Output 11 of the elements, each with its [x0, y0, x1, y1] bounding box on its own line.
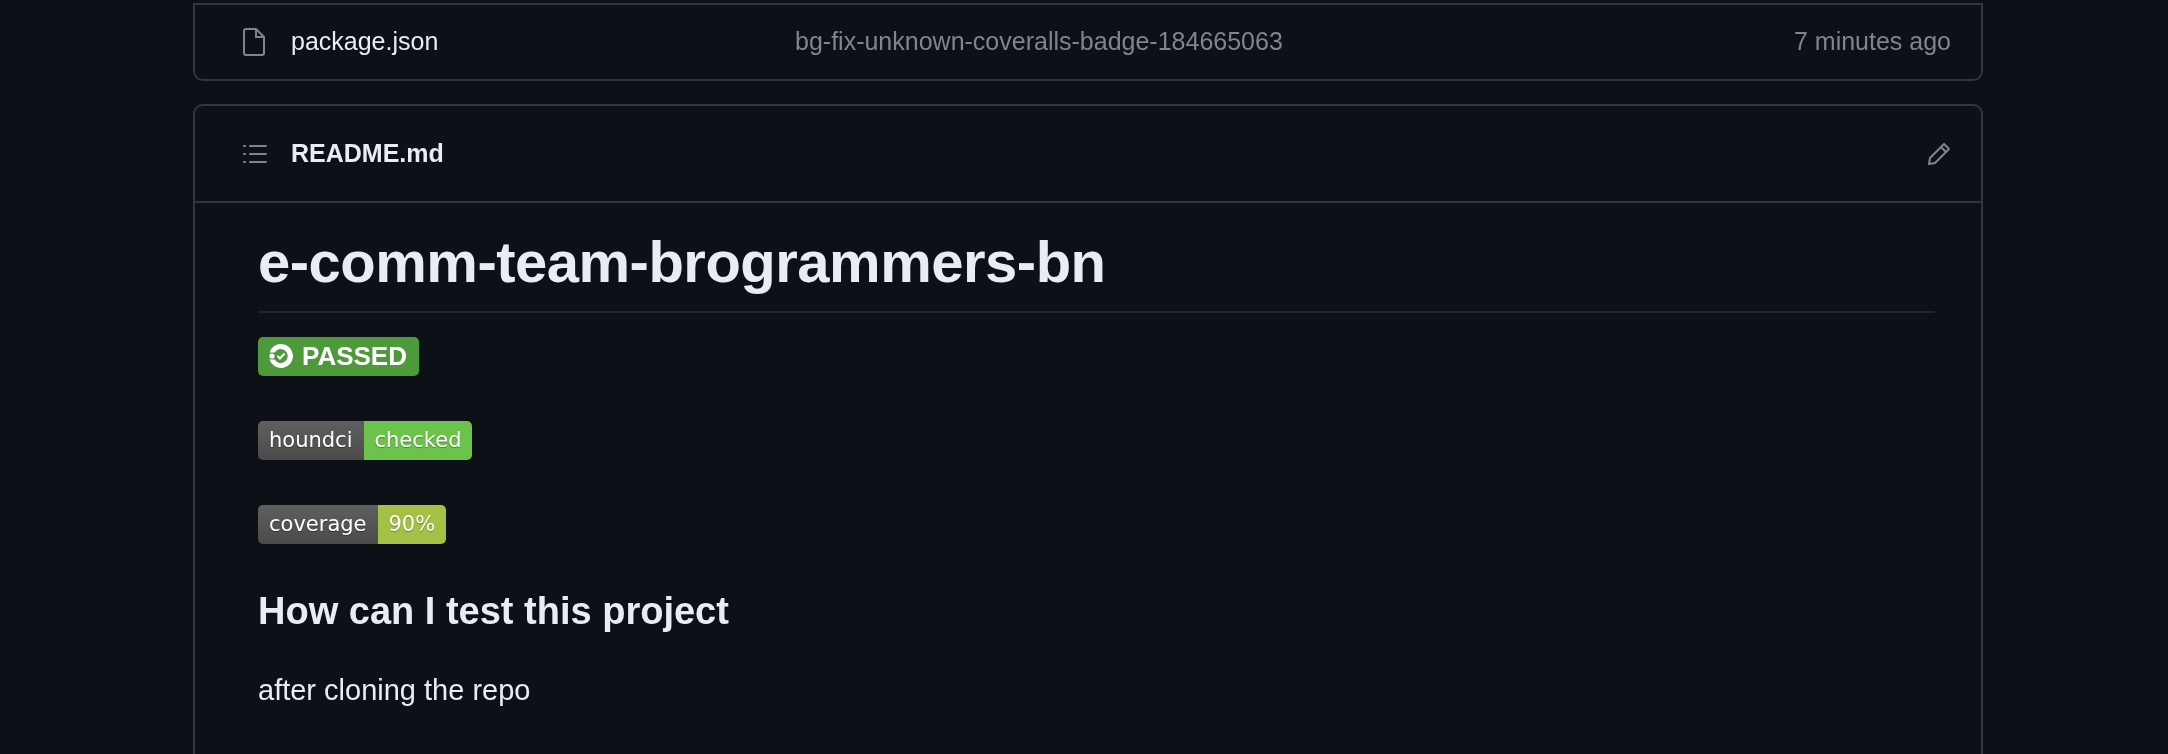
list-icon[interactable] [243, 143, 267, 164]
paragraph: after cloning the repo [258, 672, 532, 708]
readme-title: e-comm-team-brogrammers-bn [258, 227, 1935, 313]
pencil-icon[interactable] [1927, 141, 1951, 166]
commit-message[interactable]: bg-fix-unknown-coveralls-badge-184665063 [795, 23, 1283, 61]
file-name[interactable]: package.json [291, 23, 581, 61]
readme-filename: README.md [291, 137, 444, 169]
commit-time: 7 minutes ago [1793, 26, 1951, 58]
section-heading: How can I test this project [258, 589, 730, 635]
build-status-badge[interactable]: PASSED [258, 336, 419, 376]
file-icon [243, 28, 265, 56]
